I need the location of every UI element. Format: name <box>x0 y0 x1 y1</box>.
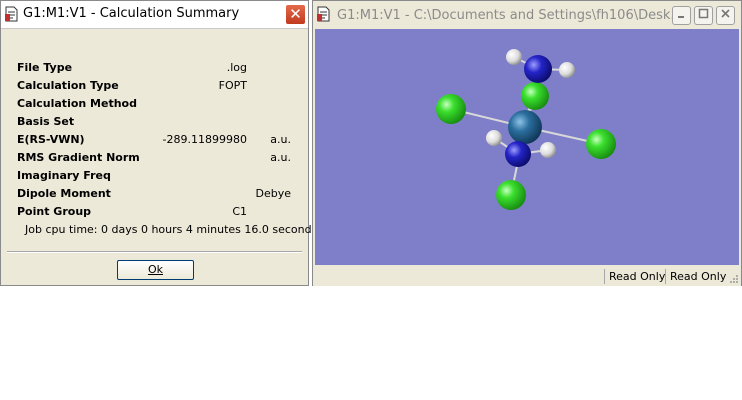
summary-field-list: File Type .log Calculation Type FOPT Cal… <box>17 59 295 221</box>
viewer-title-bar[interactable]: G1:M1:V1 - C:\Documents and Settings\fh1… <box>313 1 741 28</box>
summary-title-bar[interactable]: G1:M1:V1 - Calculation Summary ✕ <box>1 1 308 29</box>
molecule-canvas[interactable] <box>315 29 739 265</box>
chlorine-atom <box>586 129 616 159</box>
summary-row-calculation-type: Calculation Type FOPT <box>17 77 295 95</box>
field-label: Imaginary Freq <box>17 169 111 182</box>
nitrogen-atom <box>505 141 531 167</box>
status-read-only-2: Read Only <box>665 269 730 284</box>
close-icon <box>721 9 730 18</box>
maximize-icon <box>698 8 709 19</box>
field-value: -289.11899980 <box>162 133 247 146</box>
field-label: RMS Gradient Norm <box>17 151 140 164</box>
field-value: C1 <box>232 205 247 218</box>
resize-grip-icon[interactable] <box>729 274 739 284</box>
ok-button-label: Ok <box>147 263 164 276</box>
summary-row-calculation-method: Calculation Method <box>17 95 295 113</box>
field-label: File Type <box>17 61 73 74</box>
field-value: .log <box>226 61 247 74</box>
calculation-summary-window: G1:M1:V1 - Calculation Summary ✕ File Ty… <box>0 0 321 286</box>
summary-window-title: G1:M1:V1 - Calculation Summary <box>23 6 240 21</box>
chlorine-atom <box>521 82 549 110</box>
document-icon <box>5 6 18 22</box>
summary-row-rms-gradient: RMS Gradient Norm a.u. <box>17 149 295 167</box>
summary-row-imaginary-freq: Imaginary Freq <box>17 167 295 185</box>
hydrogen-atom <box>486 130 502 146</box>
summary-row-energy: E(RS-VWN) -289.11899980 a.u. <box>17 131 295 149</box>
hydrogen-atom <box>506 49 522 65</box>
field-label: Point Group <box>17 205 92 218</box>
summary-row-basis-set: Basis Set <box>17 113 295 131</box>
hydrogen-atom <box>540 142 556 158</box>
field-label: E(RS-VWN) <box>17 133 85 146</box>
job-cpu-time: Job cpu time: 0 days 0 hours 4 minutes 1… <box>25 223 321 236</box>
ok-button[interactable]: Ok <box>117 260 194 280</box>
field-label: Calculation Method <box>17 97 137 110</box>
nitrogen-atom <box>524 55 552 83</box>
viewer-window-title: G1:M1:V1 - C:\Documents and Settings\fh1… <box>337 8 683 23</box>
document-icon <box>317 6 330 22</box>
field-unit: Debye <box>255 187 292 200</box>
summary-row-point-group: Point Group C1 <box>17 203 295 221</box>
chlorine-atom <box>436 94 466 124</box>
status-read-only-1: Read Only <box>604 269 669 284</box>
metal-atom <box>508 110 542 144</box>
molecule-model[interactable] <box>315 29 739 265</box>
summary-close-button[interactable]: ✕ <box>285 4 306 25</box>
field-label: Dipole Moment <box>17 187 111 200</box>
field-label: Basis Set <box>17 115 75 128</box>
divider <box>7 251 302 253</box>
field-unit: a.u. <box>270 133 291 146</box>
field-unit: a.u. <box>270 151 291 164</box>
close-button[interactable] <box>716 6 735 25</box>
field-label: Calculation Type <box>17 79 119 92</box>
minimize-icon <box>678 16 684 18</box>
status-bar: Read Only Read Only <box>313 266 741 286</box>
molecule-viewer-window: G1:M1:V1 - C:\Documents and Settings\fh1… <box>312 0 742 286</box>
field-value: FOPT <box>218 79 247 92</box>
minimize-button[interactable] <box>672 6 691 25</box>
hydrogen-atom <box>559 62 575 78</box>
chlorine-atom <box>496 180 526 210</box>
summary-row-file-type: File Type .log <box>17 59 295 77</box>
maximize-button[interactable] <box>694 6 713 25</box>
summary-row-dipole-moment: Dipole Moment Debye <box>17 185 295 203</box>
